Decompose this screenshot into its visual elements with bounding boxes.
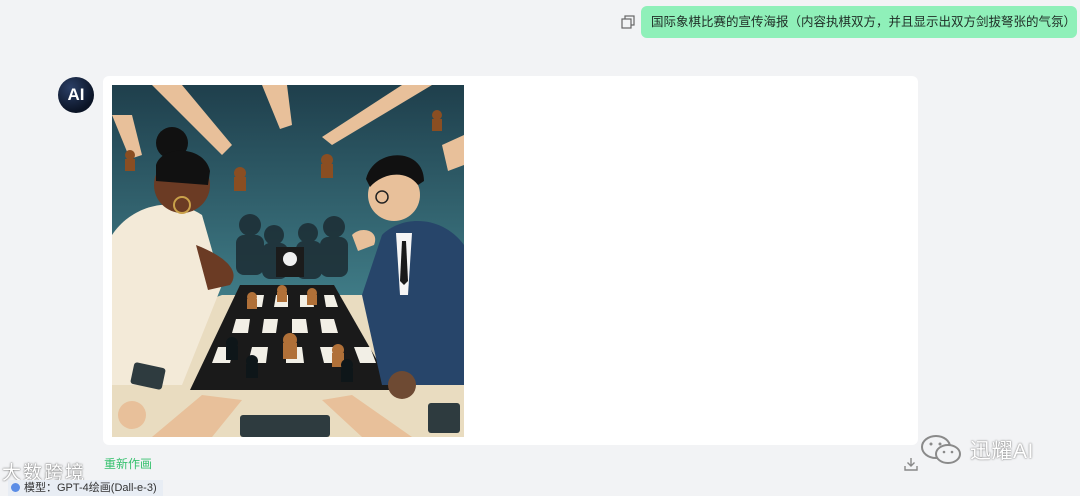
wechat-icon xyxy=(921,435,961,464)
ai-avatar: AI xyxy=(58,77,94,113)
user-message-bubble: 国际象棋比赛的宣传海报（内容执棋双方，并且显示出双方剑拔弩张的气氛） xyxy=(641,6,1077,38)
assistant-response-card xyxy=(103,76,918,445)
download-icon[interactable] xyxy=(903,456,919,472)
generated-image[interactable] xyxy=(112,85,464,437)
model-tag-label: 模型：GPT-4绘画(Dall-e-3) xyxy=(24,482,157,494)
brand-watermark: 迅耀AI xyxy=(920,430,1034,470)
user-message-text: 国际象棋比赛的宣传海报（内容执棋双方，并且显示出双方剑拔弩张的气氛） xyxy=(651,15,1077,29)
copy-icon[interactable] xyxy=(621,15,635,29)
redraw-button[interactable]: 重新作画 xyxy=(104,455,152,472)
brand-watermark-text: 迅耀AI xyxy=(970,440,1034,463)
model-tag: 模型：GPT-4绘画(Dall-e-3) xyxy=(8,480,163,496)
avatar-label: AI xyxy=(67,85,85,104)
